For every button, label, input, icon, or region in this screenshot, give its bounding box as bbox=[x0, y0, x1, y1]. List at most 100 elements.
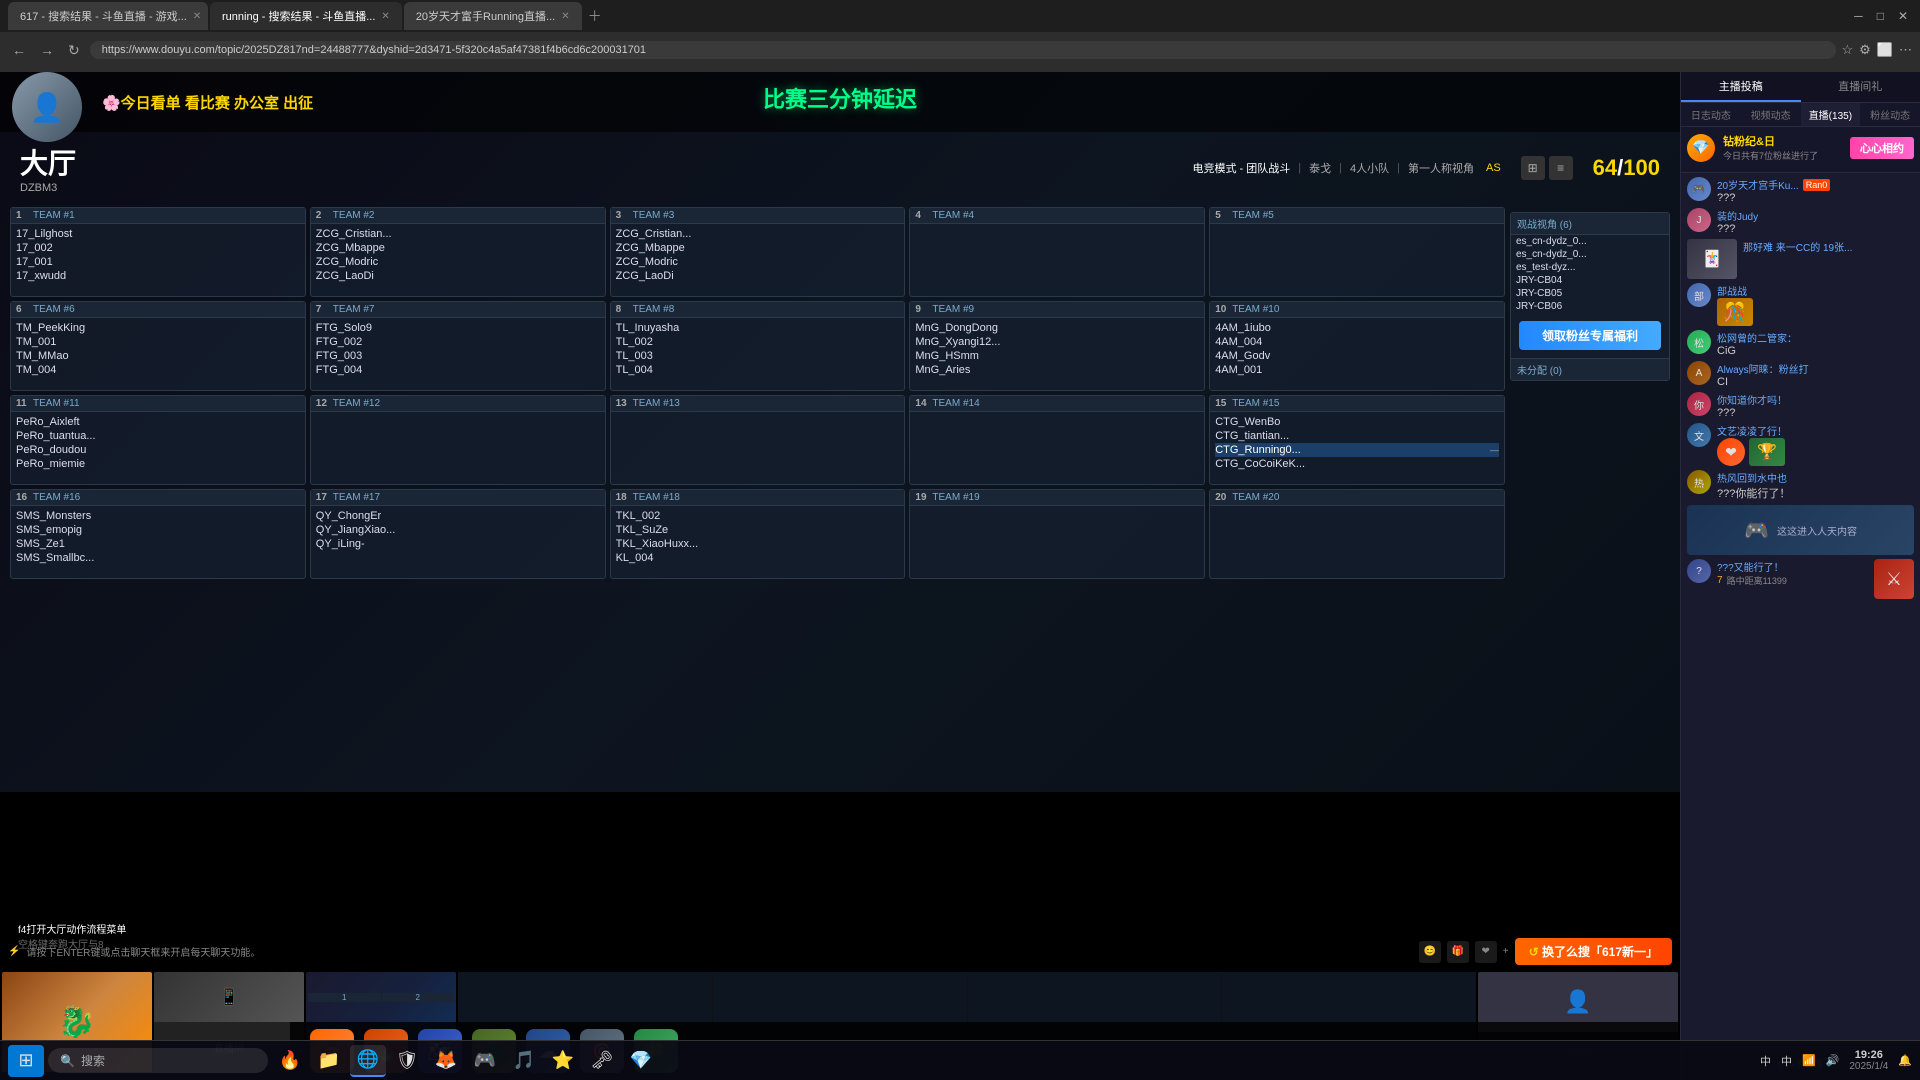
settings-icon[interactable]: ⚙ bbox=[1859, 42, 1871, 58]
taskbar-app-star[interactable]: ⭐ bbox=[545, 1045, 581, 1077]
player-name: 4AM_Godv bbox=[1215, 349, 1499, 363]
url-input[interactable]: https://www.douyu.com/topic/2025DZ817nd=… bbox=[90, 41, 1836, 59]
player-name: ZCG_Modric bbox=[316, 255, 600, 269]
spectator-name: JRY-CB04 bbox=[1511, 274, 1669, 287]
team-cell-2: 2TEAM #2 ZCG_Cristian... ZCG_Mbappe ZCG_… bbox=[310, 207, 606, 297]
mode-label: 电竞模式 - 团队战斗 bbox=[1193, 160, 1291, 176]
list-view-btn[interactable]: ≡ bbox=[1549, 156, 1573, 180]
tab-close-3[interactable]: ✕ bbox=[561, 11, 569, 22]
taskbar-notify[interactable]: 🔔 bbox=[1898, 1054, 1912, 1067]
hall-title: 大厅 bbox=[20, 142, 76, 182]
chat-text: ??? bbox=[1717, 407, 1914, 419]
player-name: SMS_Ze1 bbox=[16, 537, 300, 551]
taskbar-app-shield[interactable]: 🛡 bbox=[389, 1045, 425, 1077]
back-btn[interactable]: ← bbox=[8, 40, 30, 60]
player-name: FTG_002 bbox=[316, 335, 600, 349]
bookmark-icon[interactable]: ☆ bbox=[1842, 42, 1854, 58]
chat-username: Always阿睐：粉丝打 bbox=[1717, 365, 1809, 376]
player-name: CTG_tiantian... bbox=[1215, 429, 1499, 443]
taskbar-wifi: 📶 bbox=[1802, 1054, 1816, 1067]
team-cell-7: 7TEAM #7 FTG_Solo9 FTG_002 FTG_003 FTG_0… bbox=[310, 301, 606, 391]
delay-notice: 比赛三分钟延迟 bbox=[763, 82, 917, 114]
chat-message: 文 文艺凌凌了行！ ❤ 🏆 bbox=[1687, 423, 1914, 466]
team-cell-15: 15TEAM #15 CTG_WenBo CTG_tiantian... CTG… bbox=[1209, 395, 1505, 485]
tab-close-1[interactable]: ✕ bbox=[193, 11, 201, 22]
player-name: 17_001 bbox=[16, 255, 300, 269]
taskbar-app-fire[interactable]: 🔥 bbox=[272, 1045, 308, 1077]
tab-bar: 617 - 搜索结果 - 斗鱼直播 - 游戏... ✕ running - 搜索… bbox=[0, 0, 1920, 32]
reload-btn[interactable]: ↻ bbox=[64, 40, 84, 61]
taskbar-app-key[interactable]: 🗝 bbox=[584, 1045, 620, 1077]
chat-content: 你知道你才吗！ ??? bbox=[1717, 392, 1914, 419]
taskbar-app-browser[interactable]: 🌐 bbox=[350, 1045, 386, 1077]
tab-1[interactable]: 617 - 搜索结果 - 斗鱼直播 - 游戏... ✕ bbox=[8, 2, 208, 30]
player-name: PeRo_tuantua... bbox=[16, 429, 300, 443]
taskbar: ⊞ 🔍 搜索 🔥 📁 🌐 🛡 🦊 🎮 🎵 ⭐ 🗝 💎 中 中 📶 🔊 19:26… bbox=[0, 1040, 1920, 1080]
chat-username: ???又能行了！ bbox=[1717, 563, 1784, 574]
taskbar-app-fox[interactable]: 🦊 bbox=[428, 1045, 464, 1077]
team-cell-11: 11TEAM #11 PeRo_Aixleft PeRo_tuantua... … bbox=[10, 395, 306, 485]
taskbar-right: 中 中 📶 🔊 19:26 2025/1/4 🔔 bbox=[1760, 1049, 1912, 1072]
sidebar-tab-host[interactable]: 主播投稿 bbox=[1681, 72, 1801, 102]
player-name: PeRo_doudou bbox=[16, 443, 300, 457]
gift-btn[interactable]: 🎁 bbox=[1447, 941, 1469, 963]
forward-btn[interactable]: → bbox=[36, 40, 58, 60]
chat-avatar: 松 bbox=[1687, 330, 1711, 354]
player-name: PeRo_Aixleft bbox=[16, 415, 300, 429]
player-name-current: CTG_Running0... — bbox=[1215, 443, 1499, 457]
player-name: ZCG_Modric bbox=[616, 255, 900, 269]
sidebar-tab-gifts[interactable]: 直播间礼 bbox=[1801, 72, 1920, 102]
team-cell-20: 20TEAM #20 bbox=[1209, 489, 1505, 579]
start-button[interactable]: ⊞ bbox=[8, 1045, 44, 1077]
player-name: KL_004 bbox=[616, 551, 900, 565]
chat-username: 你知道你才吗！ bbox=[1717, 396, 1787, 407]
sidebar-sub-tab-log[interactable]: 日志动态 bbox=[1681, 103, 1741, 126]
teams-grid: 1TEAM #1 17_Lilghost 17_002 17_001 17_xw… bbox=[10, 207, 1505, 579]
maximize-btn[interactable]: □ bbox=[1873, 5, 1888, 27]
fan-benefit-btn[interactable]: 领取粉丝专属福利 bbox=[1519, 321, 1661, 350]
player-name: MnG_HSmm bbox=[915, 349, 1199, 363]
taskbar-app-diamond[interactable]: 💎 bbox=[623, 1045, 659, 1077]
sidebar-sub-tab-fans[interactable]: 粉丝动态 bbox=[1860, 103, 1920, 126]
player-name: PeRo_miemie bbox=[16, 457, 300, 471]
grid-view-btn[interactable]: ⊞ bbox=[1521, 156, 1545, 180]
player-name: TL_002 bbox=[616, 335, 900, 349]
taskbar-app-game[interactable]: 🎮 bbox=[467, 1045, 503, 1077]
sidebar-sub-tab-live[interactable]: 直播(135) bbox=[1801, 103, 1861, 126]
chat-message: 松 松网曾的二管家： CiG bbox=[1687, 330, 1914, 357]
chat-content: 文艺凌凌了行！ ❤ 🏆 bbox=[1717, 423, 1914, 466]
taskbar-app-music[interactable]: 🎵 bbox=[506, 1045, 542, 1077]
tab-2[interactable]: running - 搜索结果 - 斗鱼直播... ✕ bbox=[210, 2, 402, 30]
player-name: 4AM_004 bbox=[1215, 335, 1499, 349]
minimize-btn[interactable]: ─ bbox=[1850, 5, 1867, 27]
spectator-panel: 观战视角 (6) es_cn-dydz_0... es_cn-dydz_0...… bbox=[1510, 212, 1670, 381]
cta-search-btn[interactable]: ↺ 换了么搜「617新一」 bbox=[1515, 938, 1672, 965]
teams-container: 1TEAM #1 17_Lilghost 17_002 17_001 17_xw… bbox=[10, 207, 1505, 955]
tab-3[interactable]: 20岁天才富手Running直播... ✕ bbox=[404, 2, 582, 30]
extensions-icon[interactable]: ⬜ bbox=[1877, 42, 1893, 58]
chat-content: 装的Judy ??? bbox=[1717, 208, 1914, 235]
mode-team: 4人小队 bbox=[1350, 160, 1389, 176]
chat-message: J 装的Judy ??? bbox=[1687, 208, 1914, 235]
taskbar-search[interactable]: 🔍 搜索 bbox=[48, 1048, 268, 1073]
player-name: SMS_Monsters bbox=[16, 509, 300, 523]
tab-close-2[interactable]: ✕ bbox=[381, 11, 389, 22]
chat-text: ???你能行了！ bbox=[1717, 485, 1914, 501]
new-tab-button[interactable]: ＋ bbox=[588, 6, 602, 26]
mode-extra: 泰戈 bbox=[1309, 160, 1331, 176]
game-area: 大厅 DZBM3 电竞模式 - 团队战斗 | 泰戈 | 4人小队 | 第一人称视… bbox=[0, 132, 1680, 1080]
chat-message: 🎮 20岁天才宫手Ku... Ran0 ??? bbox=[1687, 177, 1914, 204]
follow-btn[interactable]: ❤ bbox=[1475, 941, 1497, 963]
close-btn[interactable]: ✕ bbox=[1894, 5, 1912, 27]
chat-badge: Ran0 bbox=[1803, 179, 1831, 191]
player-name: ZCG_Mbappe bbox=[316, 241, 600, 255]
streamer-avatar: 👤 bbox=[12, 72, 82, 142]
sidebar-sub-tab-video[interactable]: 视频动态 bbox=[1741, 103, 1801, 126]
chat-ad-banner[interactable]: 🎮 这这进入人天内容 bbox=[1687, 505, 1914, 555]
more-icon[interactable]: ⋯ bbox=[1899, 42, 1912, 58]
chat-message: 🃏 那好难 来一CC的 19张... bbox=[1687, 239, 1914, 279]
fan-subscribe-btn[interactable]: 心心相约 bbox=[1850, 137, 1914, 159]
chat-content: 那好难 来一CC的 19张... bbox=[1743, 239, 1914, 254]
taskbar-app-folder[interactable]: 📁 bbox=[311, 1045, 347, 1077]
emoji-btn[interactable]: 😊 bbox=[1419, 941, 1441, 963]
